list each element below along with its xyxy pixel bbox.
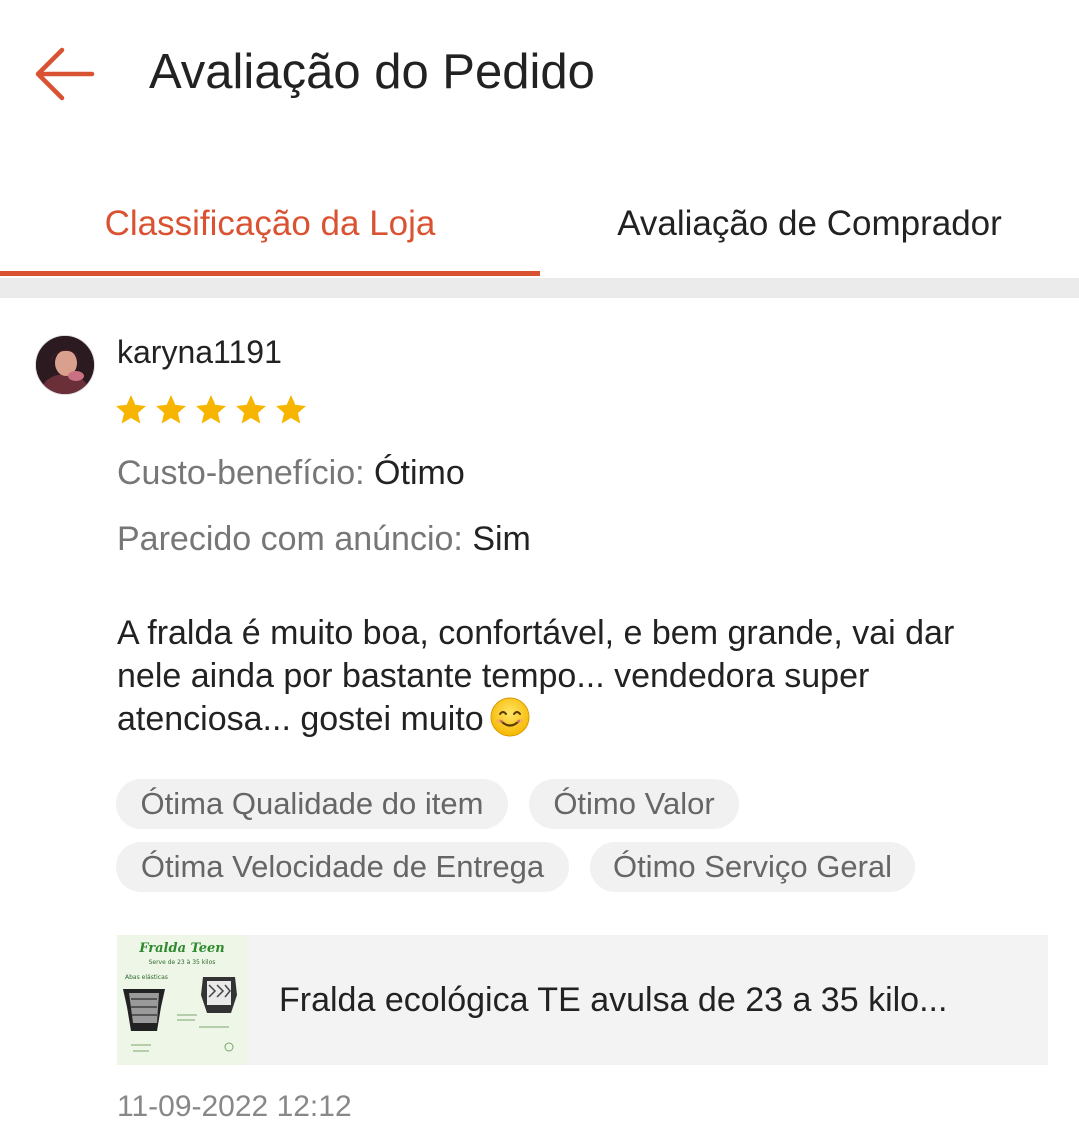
product-name: Fralda ecológica TE avulsa de 23 a 35 ki… — [279, 980, 948, 1019]
thumb-label: Abas elásticas — [125, 974, 168, 981]
tab-bar: Classificação da Loja Avaliação de Compr… — [0, 170, 1079, 278]
star-icon — [236, 395, 266, 424]
reviewer-username: karyna1191 — [117, 334, 282, 370]
product-card[interactable]: Fralda Teen Serve de 23 à 35 kilos Abas … — [117, 935, 1048, 1065]
attribute-label: Parecido com anúncio: — [117, 520, 463, 558]
star-icon — [116, 395, 146, 424]
review-tag: Ótima Qualidade do item — [116, 779, 508, 829]
arrow-left-icon — [35, 47, 95, 101]
avatar[interactable] — [35, 335, 95, 395]
review-tag: Ótimo Serviço Geral — [590, 842, 915, 892]
attribute-label: Custo-benefício: — [117, 454, 365, 492]
product-thumbnail: Fralda Teen Serve de 23 à 35 kilos Abas … — [117, 935, 247, 1065]
review-tag: Ótimo Valor — [529, 779, 739, 829]
review-date: 11-09-2022 12:12 — [117, 1090, 352, 1123]
review-text: A fralda é muito boa, confortável, e bem… — [117, 612, 1017, 741]
attribute-value-for-money: Custo-benefício: Ótimo — [117, 454, 465, 493]
review-tag: Ótima Velocidade de Entrega — [116, 842, 569, 892]
thumb-title: Fralda Teen — [138, 941, 224, 956]
page-title: Avaliação do Pedido — [149, 45, 595, 99]
star-icon — [156, 395, 186, 424]
star-icon — [196, 395, 226, 424]
attribute-value: Sim — [472, 520, 531, 558]
tab-buyer-review[interactable]: Avaliação de Comprador — [540, 170, 1079, 278]
thumb-subtitle: Serve de 23 à 35 kilos — [149, 959, 216, 966]
star-icon — [276, 395, 306, 424]
active-tab-indicator — [0, 271, 540, 276]
attribute-value: Ótimo — [374, 454, 465, 492]
app-header: Avaliação do Pedido — [0, 0, 1079, 150]
section-divider — [0, 278, 1079, 298]
review-body: A fralda é muito boa, confortável, e bem… — [117, 614, 955, 738]
smiling-face-icon — [490, 697, 530, 737]
attribute-as-described: Parecido com anúncio: Sim — [117, 520, 531, 559]
tab-store-rating[interactable]: Classificação da Loja — [0, 170, 540, 278]
star-rating — [113, 392, 309, 432]
back-button[interactable] — [32, 44, 96, 104]
